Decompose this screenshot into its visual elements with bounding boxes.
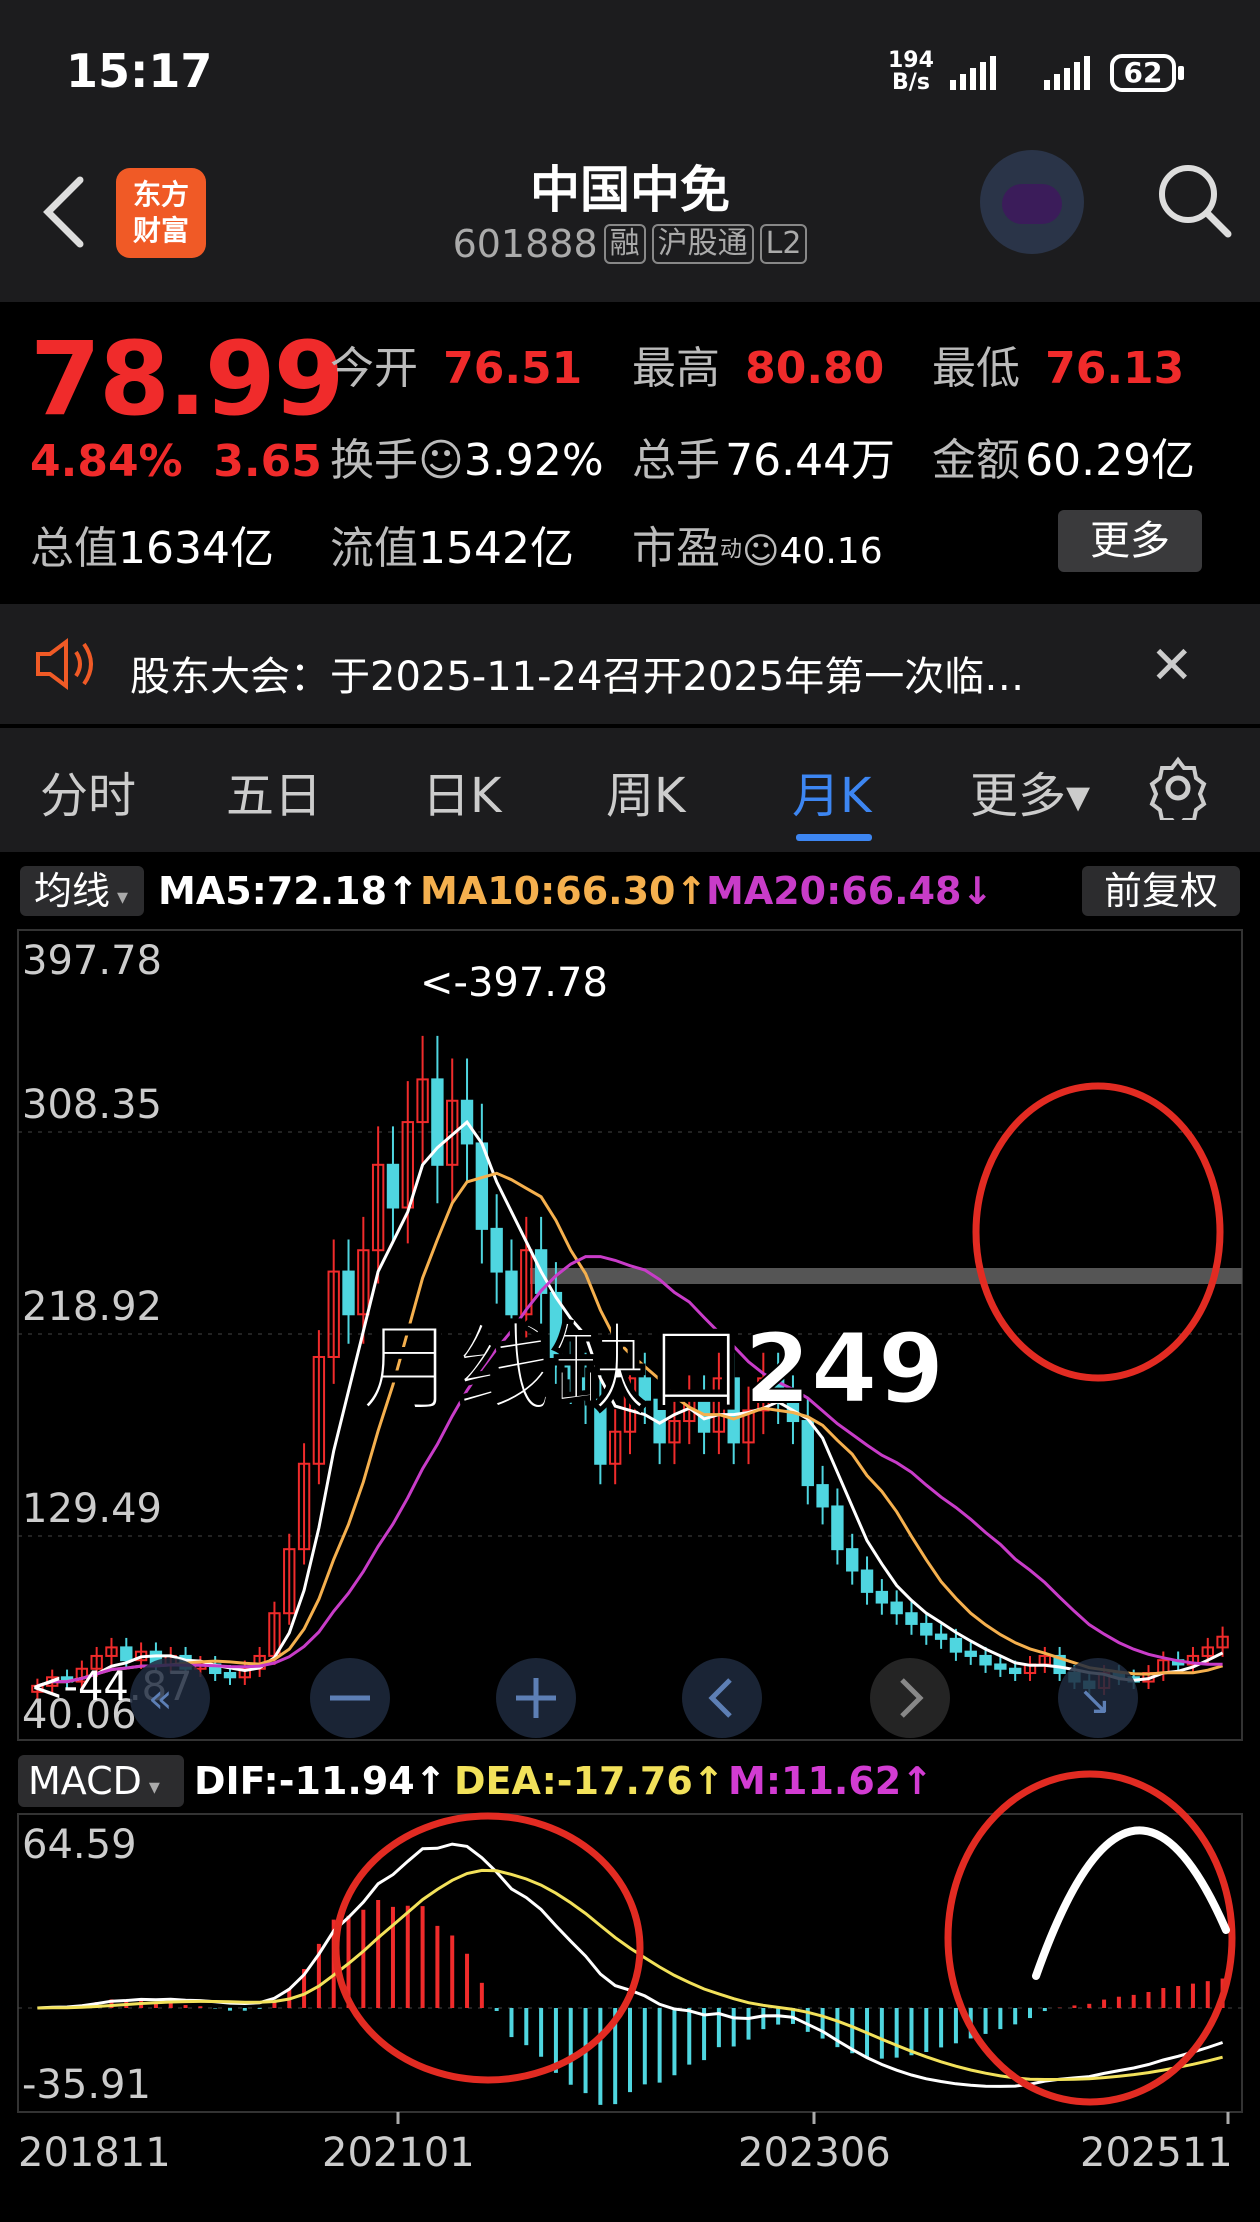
candle-body (920, 1622, 933, 1636)
candle-body (223, 1672, 237, 1679)
candle-body (386, 1163, 400, 1209)
dea-value: DEA:-17.76↑ (454, 1759, 725, 1803)
tab-more[interactable]: 更多▾ (970, 756, 1090, 826)
macd-selector[interactable]: MACD ▾ (18, 1755, 184, 1807)
last-price: 78.99 (30, 320, 345, 439)
battery-tip (1178, 66, 1184, 80)
candle-body (964, 1650, 977, 1657)
candle-body (949, 1637, 963, 1653)
info-icon: ☺ (418, 435, 464, 486)
ma-selector[interactable]: 均线 ▾ (20, 866, 144, 916)
candle-body (860, 1569, 874, 1593)
status-time: 15:17 (66, 44, 213, 98)
info-icon: ☺ (742, 531, 780, 572)
dif-value: DIF:-11.94↑ (194, 1759, 447, 1803)
candle-body (1009, 1667, 1022, 1675)
net-speed-unit: B/s (892, 70, 930, 95)
change-pct: 4.84% (30, 436, 183, 487)
candle-body (994, 1663, 1007, 1670)
stock-code: 601888 (452, 222, 598, 266)
ma20-value: MA20:66.48↓ (706, 869, 994, 913)
y-tick-label: 397.78 (22, 938, 162, 984)
y-tick-label: 129.49 (22, 1486, 162, 1532)
change: 4.84% 3.65 (30, 436, 322, 487)
signal-icon (950, 56, 1090, 90)
candle-body (505, 1270, 518, 1316)
candle-body (905, 1612, 918, 1625)
gap-band (530, 1268, 1242, 1284)
hand-drawn-arc (1032, 1826, 1230, 1980)
low-field: 最低 76.13 (932, 343, 1185, 394)
m-value: M:11.62↑ (728, 1759, 934, 1803)
tab-weekly-k[interactable]: 周K (606, 756, 685, 826)
tab-active-indicator (796, 834, 872, 841)
net-speed-value: 194 (888, 48, 934, 73)
search-icon[interactable] (1154, 160, 1234, 240)
candle-body (934, 1633, 948, 1640)
tab-five-day[interactable]: 五日 (226, 756, 322, 826)
high-field: 最高 80.80 (632, 343, 885, 394)
candle-body (846, 1548, 859, 1572)
close-icon[interactable]: ✕ (1150, 636, 1194, 696)
macd-y-bottom: -35.91 (22, 2062, 151, 2108)
ma10-value: MA10:66.30↑ (420, 869, 708, 913)
x-tick-label: 202511 (1080, 2130, 1233, 2176)
floatcap-field: 流值1542亿 (330, 523, 574, 574)
high-price-label: <-397.78 (420, 960, 608, 1006)
volume-field: 总手 76.44万 (632, 435, 896, 486)
y-tick-label: 218.92 (22, 1284, 162, 1330)
x-tick-label: 201811 (18, 2130, 171, 2176)
mktcap-field: 总值1634亿 (30, 523, 274, 574)
robot-face (1002, 184, 1062, 224)
candle-body (875, 1590, 889, 1604)
red-circle-annotation (332, 1812, 644, 2084)
pe-field[interactable]: 市盈动☺40.16 (632, 512, 883, 576)
candle-body (979, 1654, 992, 1666)
double-left-glyph: « (148, 1676, 172, 1722)
ma5-value: MA5:72.18↑ (158, 869, 419, 913)
candle-body (890, 1601, 903, 1615)
red-circle-annotation (944, 1770, 1236, 2106)
candle-body (831, 1505, 844, 1551)
kline-chart[interactable]: 397.78 308.35 218.92 129.49 40.06 <-397.… (0, 924, 1260, 2222)
gear-icon[interactable] (1146, 756, 1210, 820)
open-field: 今开 76.51 (330, 343, 583, 394)
tag-connect: 沪股通 (651, 224, 754, 264)
speaker-icon (36, 638, 93, 690)
macd-y-top: 64.59 (22, 1822, 137, 1868)
battery-icon: 62 (1110, 54, 1176, 92)
candle-body (816, 1484, 829, 1508)
x-tick-label: 202306 (738, 2130, 891, 2176)
tab-monthly-k[interactable]: 月K (792, 756, 871, 826)
tab-intraday[interactable]: 分时 (40, 756, 136, 826)
scroll-right-icon (870, 1658, 950, 1738)
amount-field: 金额 60.29亿 (932, 435, 1196, 486)
candle-body (120, 1646, 133, 1662)
notice-text: 股东大会：于2025-11-24召开2025年第一次临… (130, 654, 1025, 700)
tag-l2: L2 (759, 224, 808, 264)
more-quote-button[interactable]: 更多 (1058, 510, 1202, 572)
candle-body (342, 1270, 355, 1316)
turnover-field[interactable]: 换手☺3.92% (330, 424, 604, 488)
change-amt: 3.65 (213, 436, 322, 487)
net-speed: 194 B/s (888, 50, 934, 94)
adjust-button[interactable]: 前复权 (1082, 866, 1240, 916)
candle-body (490, 1227, 503, 1273)
y-tick-label: 308.35 (22, 1082, 162, 1128)
x-tick-label: 202101 (322, 2130, 475, 2176)
tag-margin: 融 (603, 224, 646, 264)
candle-body (801, 1420, 814, 1487)
tab-daily-k[interactable]: 日K (422, 756, 501, 826)
arrow-glyph: ↘ (1078, 1678, 1112, 1724)
gap-annotation: 月线缺口249 (360, 1313, 944, 1425)
chart-nav-buttons: « ↘ (130, 1658, 1138, 1738)
scroll-left-icon (682, 1658, 762, 1738)
